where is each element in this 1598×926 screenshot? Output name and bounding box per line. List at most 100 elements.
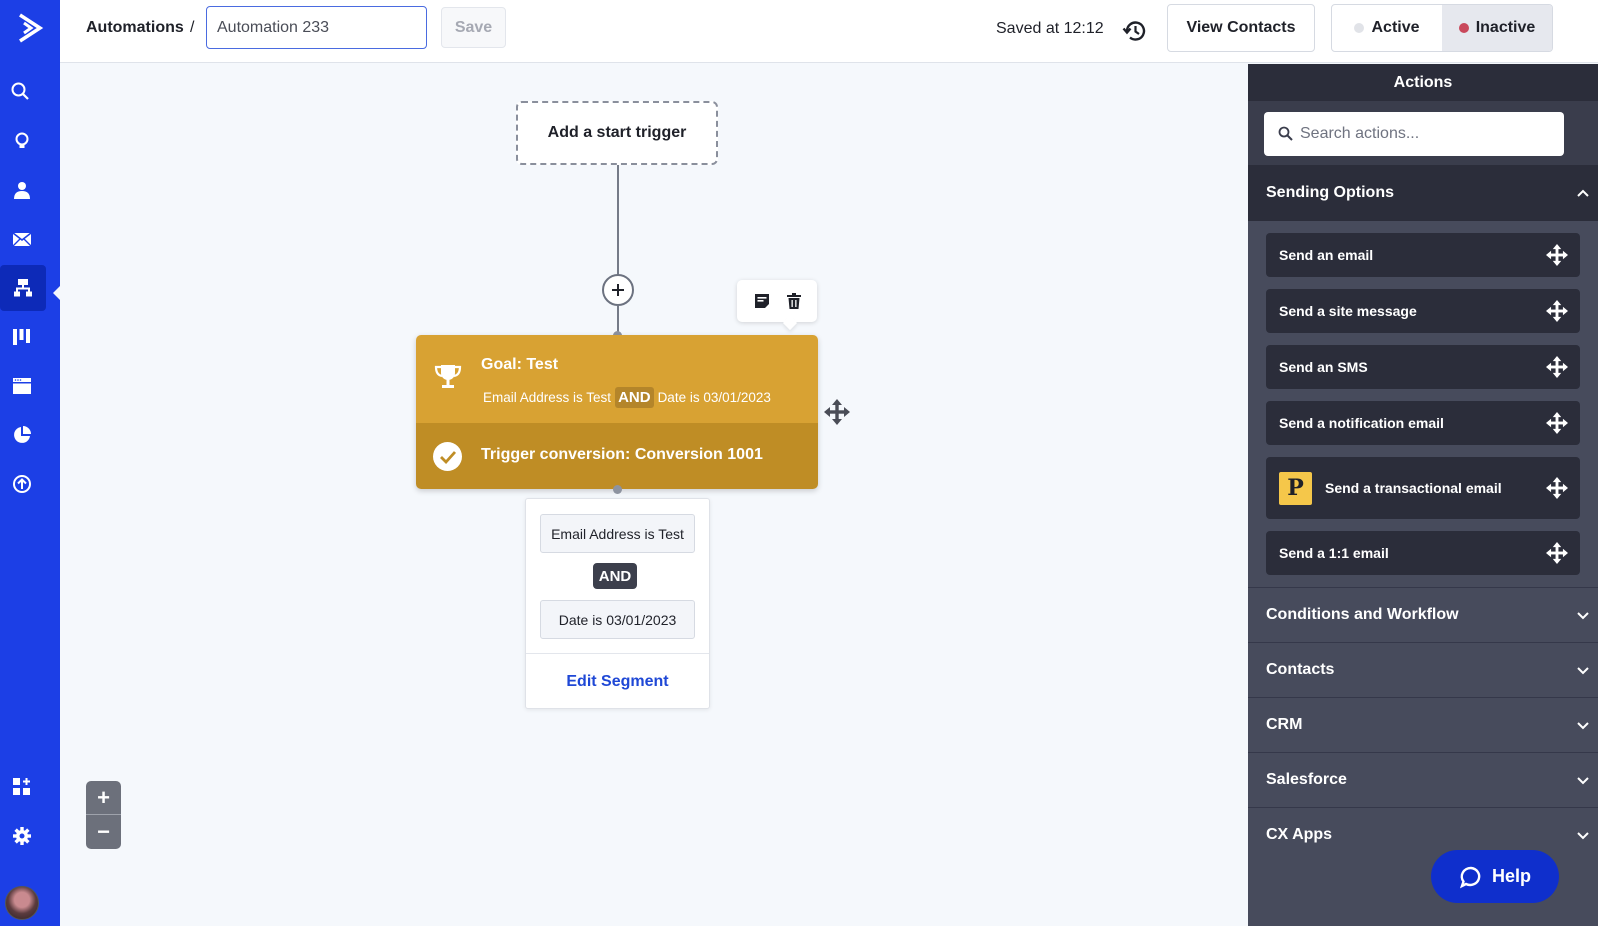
saved-status: Saved at 12:12 xyxy=(996,20,1104,37)
status-inactive-option[interactable]: Inactive xyxy=(1442,5,1552,51)
action-label: Send a 1:1 email xyxy=(1279,545,1389,561)
breadcrumb-separator: / xyxy=(190,19,195,36)
automation-name-input[interactable] xyxy=(206,6,427,49)
pipeline-icon xyxy=(13,329,30,345)
action-item[interactable]: Send an email xyxy=(1266,233,1580,277)
chevron-down-icon xyxy=(1577,777,1589,785)
person-icon xyxy=(14,182,30,199)
action-label: Send an email xyxy=(1279,247,1374,263)
trash-icon[interactable] xyxy=(786,293,801,309)
sitemap-icon xyxy=(14,279,32,297)
section-list: Conditions and Workflow Contacts CRM Salesf… xyxy=(1248,587,1598,862)
section-label: CX Apps xyxy=(1266,826,1333,843)
avatar[interactable] xyxy=(5,886,39,920)
help-button[interactable]: Help xyxy=(1431,850,1559,903)
automation-canvas[interactable]: Add a start trigger Goal: Test Email Add… xyxy=(60,64,1248,926)
add-start-trigger[interactable]: Add a start trigger xyxy=(516,101,718,165)
chevron-down-icon xyxy=(1577,612,1589,620)
connector-line xyxy=(617,165,619,275)
nav-search[interactable] xyxy=(0,68,40,114)
section-sending-options[interactable]: Sending Options xyxy=(1248,165,1598,221)
status-inactive-label: Inactive xyxy=(1475,19,1536,36)
note-icon[interactable] xyxy=(754,293,770,309)
action-item[interactable]: Send a notification email xyxy=(1266,401,1580,445)
upload-circle-icon xyxy=(13,475,31,493)
history-icon[interactable] xyxy=(1122,18,1148,44)
goal-action[interactable]: Trigger conversion: Conversion 1001 xyxy=(416,423,818,489)
segment-operator: AND xyxy=(593,563,637,589)
nav-deals[interactable] xyxy=(0,314,44,360)
search-actions-input[interactable] xyxy=(1300,112,1560,156)
status-active-option[interactable]: Active xyxy=(1332,5,1442,51)
pie-chart-icon xyxy=(14,426,31,443)
section-salesforce[interactable]: Salesforce xyxy=(1248,752,1598,807)
search-icon xyxy=(11,82,29,100)
goal-action-label: Trigger conversion: Conversion 1001 xyxy=(481,446,763,463)
nav-conversations[interactable] xyxy=(0,461,44,507)
status-dot xyxy=(1354,23,1365,33)
goal-conditions: Email Address is Test AND Date is 03/01/… xyxy=(483,387,771,408)
edit-segment-link[interactable]: Edit Segment xyxy=(526,654,709,709)
nav-campaigns[interactable] xyxy=(0,216,44,262)
action-left: Send a site message xyxy=(1279,303,1417,319)
active-indicator xyxy=(53,286,60,300)
action-list: Send an email Send a site message Send an … xyxy=(1248,221,1598,575)
lightbulb-icon xyxy=(15,132,29,148)
nav-automations[interactable] xyxy=(0,265,46,311)
zoom-controls: + − xyxy=(86,781,121,849)
save-button[interactable]: Save xyxy=(441,7,506,48)
section-label: Sending Options xyxy=(1266,184,1394,201)
action-label: Send an SMS xyxy=(1279,359,1368,375)
logo-icon[interactable] xyxy=(0,0,60,55)
action-item[interactable]: Send a site message xyxy=(1266,289,1580,333)
drag-icon xyxy=(1546,356,1568,378)
nav-ideas[interactable] xyxy=(0,118,44,164)
section-conditions-and-workflow[interactable]: Conditions and Workflow xyxy=(1248,587,1598,642)
drag-icon xyxy=(1546,300,1568,322)
add-step-button[interactable] xyxy=(602,274,634,306)
goal-operator[interactable]: AND xyxy=(615,387,654,408)
left-nav xyxy=(0,0,60,926)
zoom-in-button[interactable]: + xyxy=(86,781,121,815)
move-icon[interactable] xyxy=(824,399,850,430)
goal-title: Goal: Test xyxy=(481,356,559,373)
search-area xyxy=(1248,101,1598,165)
status-dot xyxy=(1458,23,1469,33)
check-icon xyxy=(433,442,462,471)
goal-node[interactable]: Goal: Test Email Address is Test AND Dat… xyxy=(416,335,818,489)
breadcrumb-automations[interactable]: Automations xyxy=(86,19,184,37)
drag-icon xyxy=(1546,244,1568,266)
action-left: P Send a transactional email xyxy=(1279,471,1502,505)
nav-website[interactable] xyxy=(0,363,44,409)
action-item[interactable]: Send a 1:1 email xyxy=(1266,531,1580,575)
nav-settings[interactable] xyxy=(0,813,44,859)
zoom-out-button[interactable]: − xyxy=(86,815,121,849)
browser-window-icon xyxy=(13,378,31,394)
envelope-icon xyxy=(12,232,32,247)
search-icon xyxy=(1278,126,1293,141)
chevron-down-icon xyxy=(1577,722,1589,730)
nav-reports[interactable] xyxy=(0,412,44,458)
node-toolbar xyxy=(737,280,817,322)
section-label: Conditions and Workflow xyxy=(1266,606,1459,623)
status-active-label: Active xyxy=(1371,19,1420,36)
view-contacts-button[interactable]: View Contacts xyxy=(1167,4,1315,52)
chat-bubble-icon xyxy=(1459,866,1481,888)
action-item[interactable]: P Send a transactional email xyxy=(1266,457,1580,519)
drag-icon xyxy=(1546,477,1568,499)
section-crm[interactable]: CRM xyxy=(1248,697,1598,752)
actions-panel: Actions Sending Options Send an emailSen… xyxy=(1248,64,1598,926)
section-label: Salesforce xyxy=(1266,771,1347,788)
top-header: Automations / Save Saved at 12:12 View C… xyxy=(60,0,1598,63)
goal-condition-2: Date is 03/01/2023 xyxy=(657,390,771,405)
nav-contacts[interactable] xyxy=(0,167,44,213)
chevron-down-icon xyxy=(1577,667,1589,675)
action-item[interactable]: Send an SMS xyxy=(1266,345,1580,389)
action-left: Send a 1:1 email xyxy=(1279,545,1389,561)
chevron-down-icon xyxy=(1577,832,1589,840)
apps-add-icon xyxy=(13,778,30,795)
search-box xyxy=(1264,112,1564,156)
nav-apps[interactable] xyxy=(0,764,44,810)
goal-header[interactable]: Goal: Test Email Address is Test AND Dat… xyxy=(416,335,818,423)
section-contacts[interactable]: Contacts xyxy=(1248,642,1598,697)
